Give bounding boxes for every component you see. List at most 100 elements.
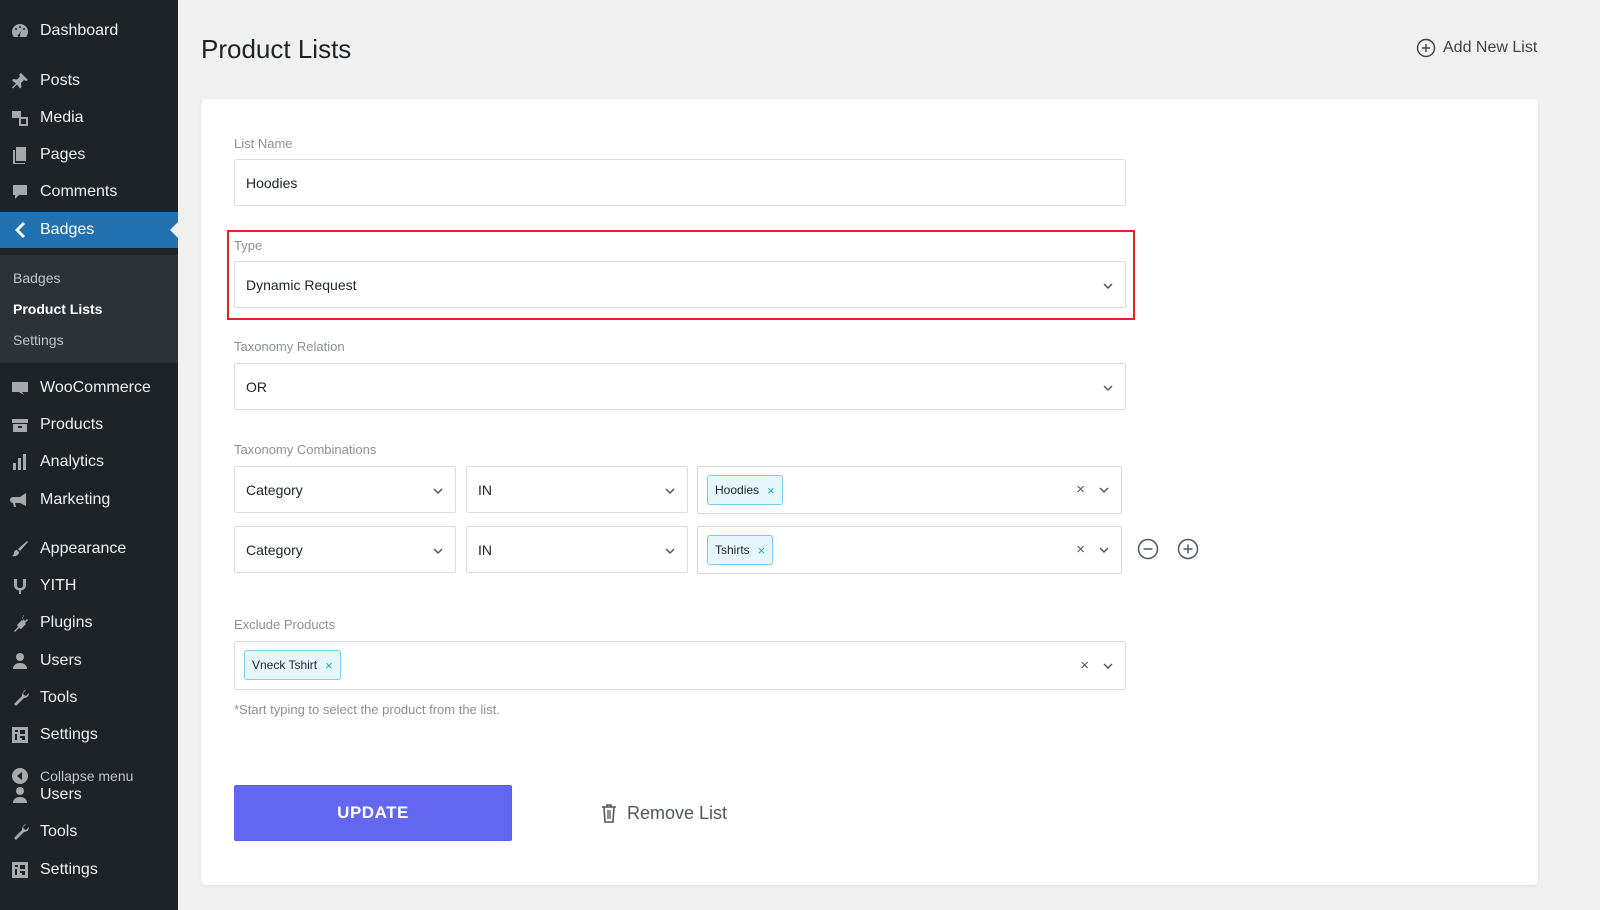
plugin-icon bbox=[10, 613, 30, 633]
taxonomy-relation-select[interactable]: OR bbox=[234, 363, 1126, 410]
taxonomy-select-row-2[interactable]: Category bbox=[234, 526, 456, 573]
woo-icon bbox=[10, 378, 30, 398]
user-icon bbox=[10, 651, 30, 671]
term-tag-label: Hoodies bbox=[715, 483, 760, 497]
tag-remove-icon[interactable]: × bbox=[325, 658, 333, 673]
sidebar-item-label: Products bbox=[40, 416, 104, 433]
remove-row-button[interactable] bbox=[1137, 538, 1159, 560]
comment-icon bbox=[10, 182, 30, 202]
submenu-item-product-lists[interactable]: Product Lists bbox=[13, 301, 102, 317]
sidebar-item-comments[interactable]: Comments bbox=[0, 174, 178, 210]
term-tag: Tshirts × bbox=[707, 535, 774, 565]
sidebar-item-label: Posts bbox=[40, 72, 81, 89]
type-value: Dynamic Request bbox=[246, 276, 357, 293]
operator-select-row-2[interactable]: IN bbox=[466, 526, 688, 573]
sidebar-item-pages[interactable]: Pages bbox=[0, 137, 178, 173]
exclude-products-label: Exclude Products bbox=[234, 617, 336, 632]
active-indicator bbox=[170, 222, 178, 238]
sidebar-item-media[interactable]: Media bbox=[0, 100, 178, 136]
chevron-down-icon bbox=[1101, 279, 1115, 293]
sidebar-item-appearance[interactable]: Appearance bbox=[0, 531, 178, 567]
sidebar-item-settings-duplicate[interactable]: Settings bbox=[0, 852, 178, 888]
sidebar-item-label: Comments bbox=[40, 183, 118, 200]
sidebar-item-label: Settings bbox=[40, 726, 98, 743]
product-tag-label: Vneck Tshirt bbox=[252, 658, 318, 672]
chevron-down-icon bbox=[1097, 483, 1111, 497]
sidebar-item-label: Tools bbox=[40, 689, 78, 706]
sidebar-item-label: Media bbox=[40, 109, 84, 126]
sidebar-item-label: Settings bbox=[40, 861, 98, 878]
tag-remove-icon[interactable]: × bbox=[758, 543, 766, 558]
sidebar-item-analytics[interactable]: Analytics bbox=[0, 444, 178, 480]
chevron-down-icon bbox=[1101, 659, 1115, 673]
sidebar-item-badges[interactable]: Badges bbox=[0, 212, 178, 248]
clear-icon[interactable]: × bbox=[1076, 541, 1085, 558]
add-new-list-button[interactable]: Add New List bbox=[1416, 38, 1537, 58]
clear-icon[interactable]: × bbox=[1080, 657, 1089, 674]
sidebar-item-label: Dashboard bbox=[40, 22, 119, 39]
badges-submenu: Badges Product Lists Settings bbox=[0, 255, 178, 363]
list-name-input[interactable]: Hoodies bbox=[234, 159, 1126, 206]
media-icon bbox=[10, 108, 30, 128]
chevron-down-icon bbox=[431, 544, 445, 558]
taxonomy-relation-value: OR bbox=[246, 378, 267, 395]
sidebar-item-posts[interactable]: Posts bbox=[0, 63, 178, 99]
sidebar-item-products[interactable]: Products bbox=[0, 407, 178, 443]
term-tag-label: Tshirts bbox=[715, 543, 750, 557]
sidebar-item-label: Appearance bbox=[40, 540, 127, 557]
sidebar-item-label: Pages bbox=[40, 146, 86, 163]
pin-icon bbox=[10, 71, 30, 91]
sidebar-item-marketing[interactable]: Marketing bbox=[0, 482, 178, 518]
remove-list-button[interactable]: Remove List bbox=[599, 802, 727, 824]
operator-select-row-1[interactable]: IN bbox=[466, 466, 688, 513]
sidebar-item-label: Users bbox=[40, 652, 82, 669]
brush-icon bbox=[10, 539, 30, 559]
sidebar-item-label: Marketing bbox=[40, 491, 111, 508]
add-row-button[interactable] bbox=[1177, 538, 1199, 560]
plus-circle-icon bbox=[1177, 538, 1199, 560]
yith-icon bbox=[10, 576, 30, 596]
product-tag: Vneck Tshirt × bbox=[244, 650, 341, 680]
sidebar-item-woocommerce[interactable]: WooCommerce bbox=[0, 370, 178, 406]
minus-circle-icon bbox=[1137, 538, 1159, 560]
list-name-value: Hoodies bbox=[246, 174, 298, 191]
sidebar-item-users[interactable]: Users bbox=[0, 643, 178, 679]
taxonomy-value: Category bbox=[246, 481, 303, 498]
remove-list-label: Remove List bbox=[627, 802, 728, 823]
operator-value: IN bbox=[478, 481, 492, 498]
terms-multiselect-row-1[interactable]: Hoodies × × bbox=[697, 466, 1122, 514]
sidebar-item-yith[interactable]: YITH bbox=[0, 568, 178, 604]
sidebar-item-tools[interactable]: Tools bbox=[0, 680, 178, 716]
dashboard-icon bbox=[10, 21, 30, 41]
sidebar-item-plugins[interactable]: Plugins bbox=[0, 605, 178, 641]
settings-icon bbox=[10, 860, 30, 880]
sidebar-item-users-duplicate[interactable]: Users bbox=[0, 777, 178, 813]
sidebar-item-label: WooCommerce bbox=[40, 379, 151, 396]
exclude-products-multiselect[interactable]: Vneck Tshirt × × bbox=[234, 641, 1126, 690]
chevron-down-icon bbox=[1101, 381, 1115, 395]
update-button[interactable]: UPDATE bbox=[234, 785, 512, 841]
terms-multiselect-row-2[interactable]: Tshirts × × bbox=[697, 526, 1122, 574]
submenu-item-settings[interactable]: Settings bbox=[13, 332, 64, 348]
page-title: Product Lists bbox=[201, 34, 352, 64]
sidebar-item-label: Tools bbox=[40, 823, 78, 840]
taxonomy-value: Category bbox=[246, 541, 303, 558]
chevron-down-icon bbox=[663, 544, 677, 558]
type-label: Type bbox=[234, 238, 263, 253]
sidebar-item-settings[interactable]: Settings bbox=[0, 717, 178, 753]
sidebar-item-label: Plugins bbox=[40, 614, 93, 631]
sidebar-item-label: Users bbox=[40, 786, 82, 803]
sidebar-item-label: YITH bbox=[40, 577, 77, 594]
list-name-label: List Name bbox=[234, 136, 293, 151]
sidebar-item-tools-duplicate[interactable]: Tools bbox=[0, 814, 178, 850]
tag-remove-icon[interactable]: × bbox=[767, 483, 775, 498]
type-select[interactable]: Dynamic Request bbox=[234, 261, 1126, 308]
clear-icon[interactable]: × bbox=[1076, 481, 1085, 498]
submenu-item-badges[interactable]: Badges bbox=[13, 270, 60, 286]
taxonomy-select-row-1[interactable]: Category bbox=[234, 466, 456, 513]
admin-sidebar: Dashboard Posts Media Pages Comments Bad… bbox=[0, 0, 178, 910]
sidebar-item-dashboard[interactable]: Dashboard bbox=[0, 13, 178, 49]
pages-icon bbox=[10, 145, 30, 165]
term-tag: Hoodies × bbox=[707, 475, 783, 505]
taxonomy-relation-label: Taxonomy Relation bbox=[234, 339, 345, 354]
